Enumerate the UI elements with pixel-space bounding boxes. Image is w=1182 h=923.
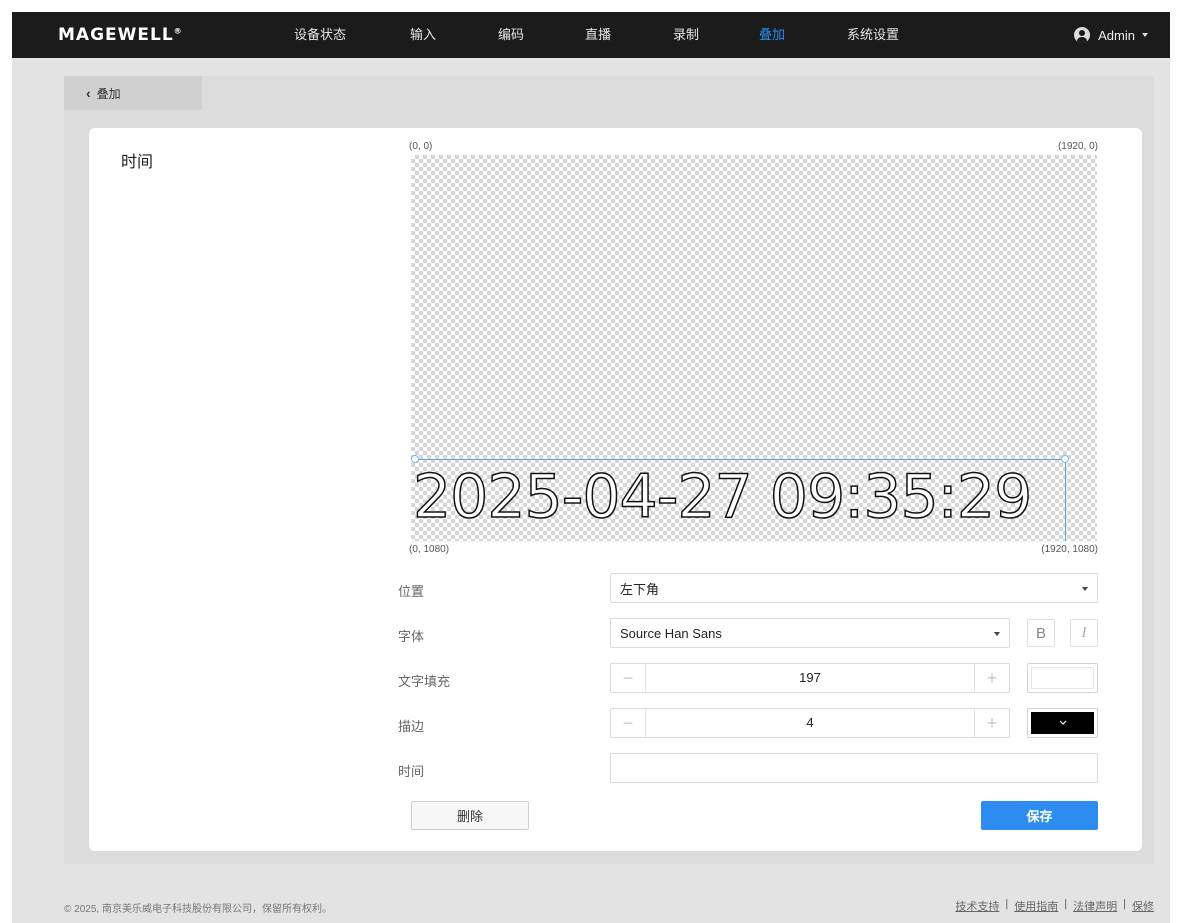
bold-icon: B: [1035, 624, 1046, 642]
stroke-color-picker[interactable]: [1027, 708, 1098, 738]
user-name: Admin: [1098, 27, 1135, 43]
stroke-size-value[interactable]: 4: [646, 709, 974, 737]
nav-live[interactable]: 直播: [585, 12, 611, 58]
footer-separator: |: [1123, 898, 1126, 910]
nav-system-settings[interactable]: 系统设置: [847, 12, 899, 58]
back-button[interactable]: ‹ 叠加: [64, 76, 202, 110]
chevron-down-icon: [1082, 587, 1088, 591]
position-label: 位置: [398, 584, 425, 599]
fill-increment-button[interactable]: +: [974, 664, 1009, 692]
footer-link-guide[interactable]: 使用指南: [1014, 898, 1058, 914]
chevron-down-icon: [1142, 33, 1148, 37]
footer-link-legal[interactable]: 法律声明: [1073, 898, 1117, 914]
nav-record[interactable]: 录制: [673, 12, 699, 58]
chevron-left-icon: ‹: [86, 85, 91, 101]
nav-device-status[interactable]: 设备状态: [294, 12, 346, 58]
fill-size-value[interactable]: 197: [646, 664, 974, 692]
nav-input[interactable]: 输入: [410, 12, 436, 58]
fill-color-swatch: [1031, 667, 1094, 689]
position-value: 左下角: [620, 581, 660, 597]
card-title: 时间: [121, 154, 154, 171]
stroke-size-stepper: − 4 +: [610, 708, 1010, 738]
font-value: Source Han Sans: [620, 625, 722, 641]
coord-bottom-right: (1920, 1080): [1041, 544, 1098, 555]
fill-size-stepper: − 197 +: [610, 663, 1010, 693]
footer-link-support[interactable]: 技术支持: [955, 898, 999, 914]
back-button-label: 叠加: [96, 86, 121, 101]
resize-handle-top-left[interactable]: [411, 455, 419, 463]
footer-separator: |: [1064, 898, 1068, 910]
bold-button[interactable]: B: [1027, 619, 1055, 647]
save-button[interactable]: 保存: [981, 801, 1098, 830]
overlay-selection-box[interactable]: [414, 459, 1066, 541]
copyright-text: © 2025, 南京美乐威电子科技股份有限公司，保留所有权利。: [64, 904, 332, 915]
user-icon: [1074, 27, 1091, 43]
footer-links: 技术支持 | 使用指南 | 法律声明 | 保修: [955, 898, 1154, 914]
magewell-logo[interactable]: MAGEWELL®: [58, 25, 183, 45]
stroke-color-swatch: [1031, 712, 1094, 734]
user-menu[interactable]: Admin: [1074, 12, 1148, 58]
coord-top-right: (1920, 0): [1057, 141, 1098, 152]
footer-separator: |: [1005, 898, 1009, 910]
fill-label: 文字填充: [398, 674, 451, 689]
nav-encode[interactable]: 编码: [498, 12, 524, 58]
font-select[interactable]: Source Han Sans: [610, 618, 1010, 648]
fill-color-picker[interactable]: [1027, 663, 1098, 693]
footer-link-warranty[interactable]: 保修: [1132, 898, 1154, 914]
overlay-edit-card: 时间 (0, 0) (1920, 0) 2025-04-27 09:35:29 …: [89, 128, 1142, 851]
stroke-label: 描边: [398, 719, 425, 734]
fill-decrement-button[interactable]: −: [611, 664, 646, 692]
position-select[interactable]: 左下角: [610, 573, 1098, 603]
nav-overlay[interactable]: 叠加: [759, 12, 785, 58]
font-label: 字体: [398, 629, 425, 644]
coord-top-left: (0, 0): [409, 141, 433, 152]
coord-bottom-left: (0, 1080): [409, 544, 450, 555]
stroke-decrement-button[interactable]: −: [611, 709, 646, 737]
delete-button[interactable]: 删除: [411, 801, 529, 830]
resize-handle-top-right[interactable]: [1061, 455, 1069, 463]
time-input[interactable]: [610, 753, 1098, 783]
stroke-increment-button[interactable]: +: [974, 709, 1009, 737]
preview-canvas[interactable]: 2025-04-27 09:35:29: [411, 155, 1097, 541]
italic-button[interactable]: I: [1070, 619, 1098, 647]
chevron-down-icon: [1059, 720, 1066, 725]
time-label: 时间: [398, 764, 425, 779]
top-navigation-bar: MAGEWELL® 设备状态 输入 编码 直播 录制 叠加 系统设置 Admin: [12, 12, 1170, 58]
italic-icon: I: [1081, 624, 1087, 641]
chevron-down-icon: [994, 632, 1000, 636]
